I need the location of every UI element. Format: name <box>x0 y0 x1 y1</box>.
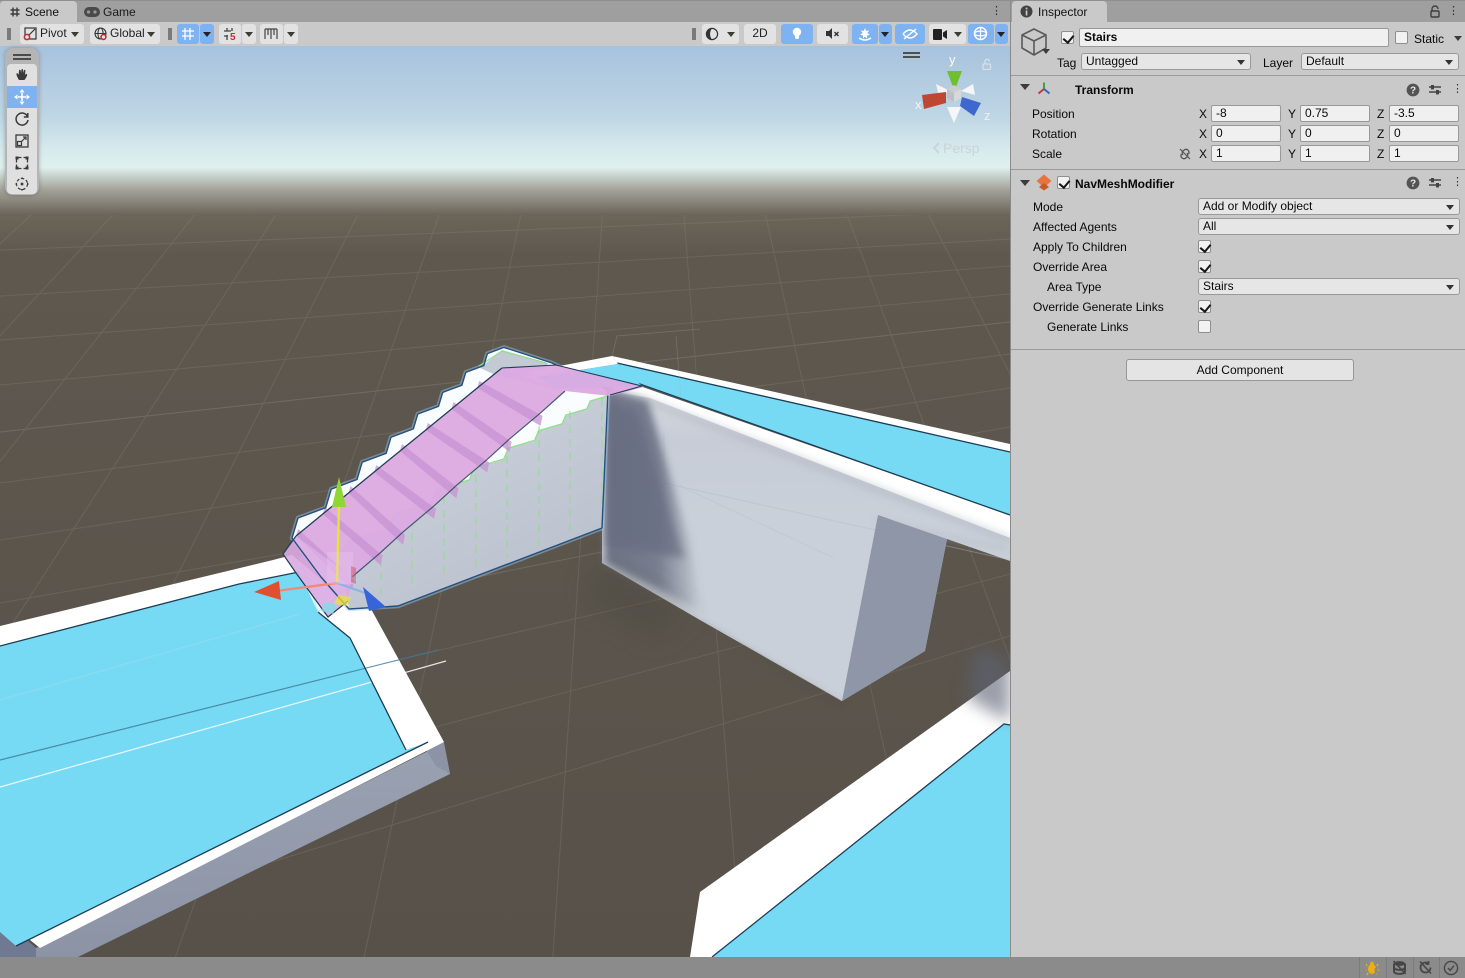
svg-text:?: ? <box>1410 86 1416 97</box>
svg-text:5: 5 <box>230 32 236 42</box>
svg-text:x: x <box>915 97 922 112</box>
svg-text:z: z <box>984 108 991 123</box>
svg-text:?: ? <box>1410 179 1416 190</box>
svg-text:y: y <box>949 52 956 67</box>
